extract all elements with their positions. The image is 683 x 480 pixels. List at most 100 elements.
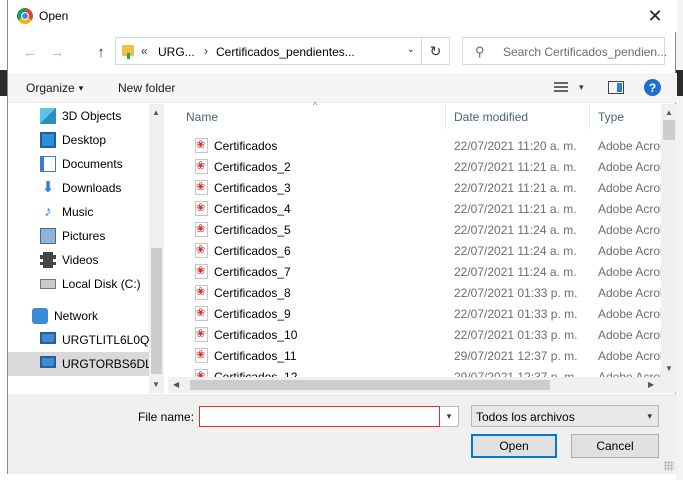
background-app-strip-right [676,70,683,96]
file-date: 22/07/2021 11:21 a. m. [454,202,577,216]
sidebar-item[interactable]: Desktop [8,128,149,152]
nav-scroll-thumb[interactable] [151,248,162,374]
file-name: Certificados_2 [214,160,291,174]
computer-icon [40,356,56,368]
file-type-select[interactable]: Todos los archivos ▾ [471,405,659,427]
file-name: Certificados_8 [214,286,291,300]
scroll-up-icon[interactable]: ▲ [152,108,160,117]
sidebar-item-label: URGTLITL6L0Q [62,333,150,347]
close-button[interactable]: ✕ [637,2,673,30]
file-row[interactable]: Certificados_7 22/07/2021 11:24 a. m. Adob… [168,261,661,282]
sidebar-item[interactable]: URGTLITL6L0Q [8,328,149,352]
file-name-input[interactable] [199,406,440,427]
sidebar-item-label: Videos [62,253,99,267]
file-name: Certificados_5 [214,223,291,237]
open-button[interactable]: Open [471,434,557,458]
file-list-hscrollbar[interactable]: ◀ ▶ [168,377,661,393]
file-type: Adobe Acrobat [598,181,661,195]
navigation-pane: 3D Objects Desktop Documents ⬇ Downloads ♪ Mus… [8,104,164,393]
file-type: Adobe Acrobat [598,223,661,237]
scroll-up-icon[interactable]: ▲ [665,108,673,117]
file-date: 22/07/2021 11:20 a. m. [454,139,577,153]
help-icon[interactable]: ? [644,79,661,96]
address-dropdown-icon[interactable]: ⌄ [407,44,415,55]
scroll-left-icon[interactable]: ◀ [173,380,179,389]
file-type: Adobe Acrobat [598,307,661,321]
file-name-dropdown-icon[interactable]: ▾ [440,406,459,427]
organize-button[interactable]: Organize ▾ [26,81,83,95]
forward-arrow-icon[interactable]: → [46,42,68,62]
file-name: Certificados_7 [214,265,291,279]
file-date: 29/07/2021 12:37 p. m. [454,370,578,377]
cancel-button[interactable]: Cancel [571,434,659,458]
preview-pane-icon[interactable] [608,81,624,94]
vscroll-thumb[interactable] [663,120,675,140]
file-row[interactable]: Certificados_2 22/07/2021 11:21 a. m. Adob… [168,156,661,177]
refresh-button[interactable]: ↻ [422,37,450,65]
breadcrumb-segment[interactable]: Certificados_pendientes... [216,45,355,59]
scroll-down-icon[interactable]: ▼ [152,380,160,389]
folder-icon [122,43,136,59]
file-row[interactable]: Certificados_8 22/07/2021 01:33 p. m. Adob… [168,282,661,303]
disk-icon [40,279,56,289]
sidebar-item[interactable]: Local Disk (C:) [8,272,149,296]
pdf-file-icon [195,243,208,258]
back-arrow-icon[interactable]: ← [19,42,41,62]
sidebar-item[interactable]: Videos [8,248,149,272]
hscroll-thumb[interactable] [190,380,550,390]
sidebar-item-label: Music [62,205,94,219]
pdf-file-icon [195,201,208,216]
documents-icon [40,156,56,172]
organize-label: Organize [26,81,75,95]
file-row[interactable]: Certificados_9 22/07/2021 01:33 p. m. Adob… [168,303,661,324]
nav-scrollbar[interactable]: ▲ ▼ [149,104,164,393]
file-list: Name ^ Date modified Type Certificados22… [168,100,677,393]
sidebar-item[interactable]: Network [8,304,149,328]
file-row[interactable]: Certificados 22/07/2021 11:20 a. m. Adobe … [168,135,661,156]
view-options-icon[interactable] [554,82,568,94]
sidebar-item-label: Pictures [62,229,106,243]
sidebar-item[interactable]: Pictures [8,224,149,248]
file-name: Certificados_6 [214,244,291,258]
file-type-value: Todos los archivos [476,410,575,424]
scrollbar-corner [661,377,677,393]
sidebar-item[interactable]: ⬇ Downloads [8,176,149,200]
file-row[interactable]: Certificados_4 22/07/2021 11:21 a. m. Adob… [168,198,661,219]
file-date: 29/07/2021 12:37 p. m. [454,349,578,363]
address-bar[interactable]: « URG... › Certificados_pendientes... ⌄ [115,37,422,65]
file-row[interactable]: Certificados_11 29/07/2021 12:37 p. m. Ado… [168,345,661,366]
overflow-chevron-icon[interactable]: « [141,44,148,58]
sidebar-item-label: URGTORBS6DLK [62,357,160,371]
file-row[interactable]: Certificados_10 22/07/2021 01:33 p. m. Ado… [168,324,661,345]
sidebar-item[interactable]: 3D Objects [8,104,149,128]
file-row[interactable]: Certificados_6 22/07/2021 11:24 a. m. Adob… [168,240,661,261]
sidebar-item-label: 3D Objects [62,109,122,123]
cube-icon [40,108,56,124]
resize-grip-icon[interactable] [664,461,674,471]
up-arrow-icon[interactable]: ↑ [90,42,112,62]
breadcrumb-separator-icon[interactable]: › [204,44,208,58]
scroll-right-icon[interactable]: ▶ [648,380,654,389]
toolbar: Organize ▾ New folder ▾ ? [8,73,677,103]
file-row[interactable]: Certificados_3 22/07/2021 11:21 a. m. Adob… [168,177,661,198]
caret-down-icon[interactable]: ▾ [579,82,584,93]
sidebar-item-label: Documents [62,157,123,171]
pdf-file-icon [195,285,208,300]
chrome-icon [17,8,33,24]
scroll-down-icon[interactable]: ▼ [665,364,673,373]
file-row[interactable]: Certificados_12 29/07/2021 12:37 p. m. Ado… [168,366,661,377]
file-name: Certificados_10 [214,328,298,342]
file-list-vscrollbar[interactable]: ▲ ▼ [661,104,677,393]
new-folder-button[interactable]: New folder [118,81,175,95]
desktop-icon [40,132,56,148]
breadcrumb-segment[interactable]: URG... [158,45,195,59]
sidebar-item[interactable]: URGTORBS6DLK [8,352,160,376]
file-date: 22/07/2021 11:24 a. m. [454,244,577,258]
file-name: Certificados_11 [214,349,297,363]
search-box[interactable]: ⚲ Search Certificados_pendien... [462,37,667,65]
sidebar-item[interactable]: Documents [8,152,149,176]
file-type: Adobe Acrobat [598,349,661,363]
file-row[interactable]: Certificados_5 22/07/2021 11:24 a. m. Adob… [168,219,661,240]
file-date: 22/07/2021 01:33 p. m. [454,307,578,321]
sidebar-item[interactable]: ♪ Music [8,200,149,224]
